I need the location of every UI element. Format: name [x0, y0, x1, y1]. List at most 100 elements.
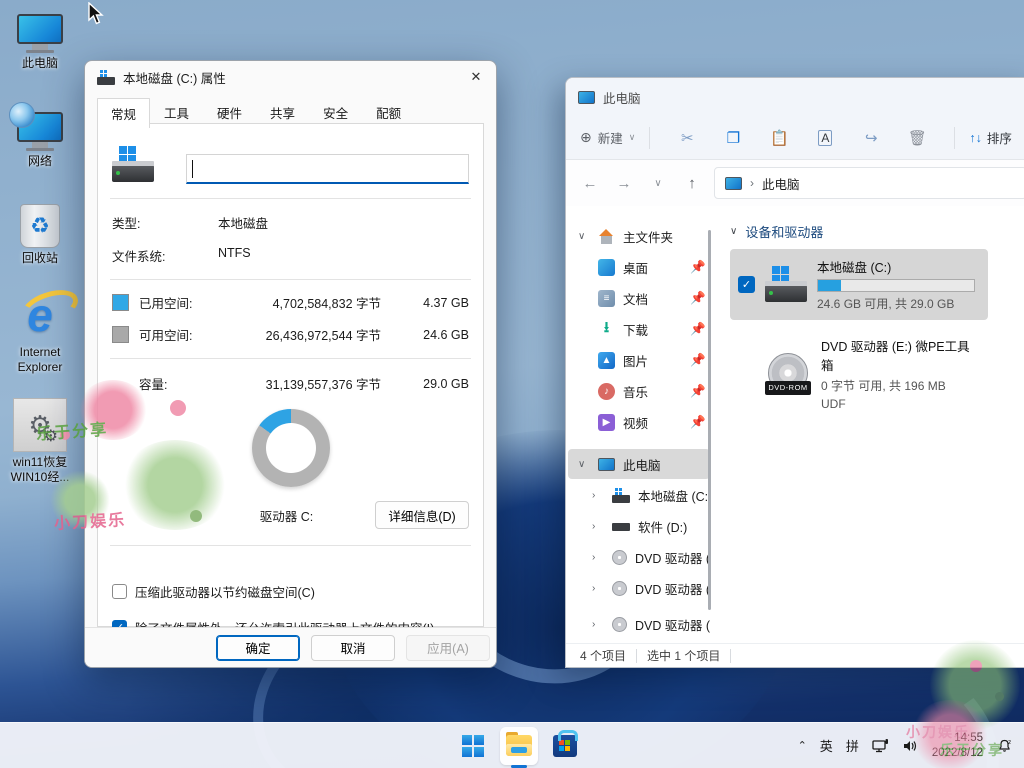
share-icon[interactable]: ↪ — [848, 129, 894, 147]
sidebar-item-home[interactable]: ∨ 主文件夹 — [568, 221, 710, 251]
filesystem-value: NTFS — [218, 246, 251, 265]
taskbar-clock[interactable]: 14:55 2022/8/12 — [932, 731, 983, 761]
dvd-icon — [612, 617, 627, 632]
history-chevron-icon[interactable]: ∨ — [646, 178, 670, 189]
drive-tile-dvd-e[interactable]: DVD-ROM DVD 驱动器 (E:) 微PE工具箱 0 字节 可用, 共 1… — [730, 328, 988, 419]
divider — [110, 358, 471, 359]
paste-icon[interactable]: 📋 — [756, 129, 802, 147]
ime-english-indicator[interactable]: 英 — [820, 736, 833, 755]
volume-label-input[interactable] — [186, 154, 469, 184]
taskbar-file-explorer[interactable] — [500, 727, 538, 765]
store-icon — [553, 735, 577, 757]
chevron-right-icon: › — [592, 490, 604, 501]
tab-security[interactable]: 安全 — [309, 97, 362, 127]
details-button[interactable]: 详细信息(D) — [375, 501, 469, 529]
address-bar[interactable]: › 此电脑 — [714, 167, 1024, 199]
sidebar-item-downloads[interactable]: ⭳ 下载 📌 — [568, 314, 710, 344]
sidebar-item-dvd-f[interactable]: › DVD 驱动器 (F:) — [568, 573, 710, 603]
desktop-icon-network[interactable]: 网络 — [2, 112, 78, 169]
tab-general[interactable]: 常规 — [97, 98, 150, 128]
sidebar-item-dvd-e[interactable]: › DVD 驱动器 (E:) — [568, 542, 710, 572]
drive-tile-local-disk-c[interactable]: ✓ 本地磁盘 (C:) 24.6 GB 可用, 共 29.0 GB — [730, 249, 988, 320]
drive-icon-large — [112, 146, 154, 184]
desktop-icon-internet-explorer[interactable]: e Internet Explorer — [2, 286, 78, 375]
pin-icon: 📌 — [690, 260, 706, 275]
delete-icon[interactable]: 🗑 — [894, 129, 940, 147]
explorer-tab[interactable]: 此电脑 — [578, 88, 641, 107]
selection-checkbox[interactable]: ✓ — [738, 276, 755, 293]
filesystem-label: 文件系统: — [112, 246, 218, 265]
start-button[interactable] — [454, 727, 492, 765]
sidebar-scrollbar[interactable] — [708, 230, 711, 610]
apply-button[interactable]: 应用(A) — [406, 635, 490, 661]
explorer-body: ∨ 主文件夹 桌面 📌 ≡ 文档 📌 ⭳ 下载 📌 ▲ 图片 — [566, 206, 1024, 643]
tab-hardware[interactable]: 硬件 — [203, 97, 256, 127]
explorer-tab-title: 此电脑 — [603, 88, 641, 107]
tray-date: 2022/8/12 — [932, 746, 983, 761]
sidebar-item-music[interactable]: ♪ 音乐 📌 — [568, 376, 710, 406]
dvd-rom-label: DVD-ROM — [765, 381, 811, 395]
drive-icon — [97, 70, 115, 85]
breadcrumb-chevron-icon: › — [750, 176, 754, 190]
sidebar-item-dvd-g[interactable]: › DVD 驱动器 (F:) — [568, 609, 710, 639]
dialog-title: 本地磁盘 (C:) 属性 — [123, 68, 226, 87]
sidebar-item-videos[interactable]: ▶ 视频 📌 — [568, 407, 710, 437]
this-pc-icon — [725, 177, 742, 190]
forward-icon[interactable]: → — [612, 175, 636, 192]
free-space-label: 可用空间: — [139, 325, 219, 344]
desktop-icon-win11-restore[interactable]: ⚙⚙ win11恢复WIN10经... — [2, 398, 78, 485]
compress-checkbox[interactable] — [112, 584, 127, 599]
explorer-titlebar[interactable]: 此电脑 — [566, 78, 1024, 116]
tab-tools[interactable]: 工具 — [150, 97, 203, 127]
notification-bell-icon[interactable]: z — [996, 737, 1014, 754]
close-icon[interactable]: ✕ — [456, 61, 496, 93]
sidebar-item-local-disk-c[interactable]: › 本地磁盘 (C:) — [568, 480, 710, 510]
sidebar-item-software-d[interactable]: › 软件 (D:) — [568, 511, 710, 541]
volume-icon[interactable] — [902, 738, 919, 754]
pictures-folder-icon: ▲ — [598, 352, 615, 369]
dialog-titlebar[interactable]: 本地磁盘 (C:) 属性 ✕ — [85, 61, 496, 93]
used-space-size: 4.37 GB — [407, 296, 469, 310]
sidebar-item-documents[interactable]: ≡ 文档 📌 — [568, 283, 710, 313]
status-item-count: 4 个项目 — [580, 647, 626, 664]
tab-sharing[interactable]: 共享 — [256, 97, 309, 127]
sort-button[interactable]: ↑↓ 排序 — [969, 128, 1012, 147]
cut-icon[interactable]: ✂ — [664, 129, 710, 147]
sidebar-item-this-pc[interactable]: ∨ 此电脑 — [568, 449, 710, 479]
desktop-icon-label: 回收站 — [22, 251, 58, 266]
new-button[interactable]: ⊕ 新建 ∨ — [580, 128, 635, 147]
tab-quota[interactable]: 配额 — [362, 97, 415, 127]
explorer-main-pane: ∨ 设备和驱动器 ✓ 本地磁盘 (C:) 24.6 GB 可用, 共 29.0 … — [712, 206, 1024, 643]
devices-and-drives-header[interactable]: ∨ 设备和驱动器 — [730, 222, 1024, 241]
ok-button[interactable]: 确定 — [216, 635, 300, 661]
drive-icon — [612, 519, 630, 534]
copy-icon[interactable]: ❐ — [710, 129, 756, 147]
chevron-right-icon: › — [592, 619, 604, 630]
videos-folder-icon: ▶ — [598, 414, 615, 431]
sidebar-item-desktop[interactable]: 桌面 📌 — [568, 252, 710, 282]
drive-name: 本地磁盘 (C:) — [817, 257, 980, 276]
back-icon[interactable]: ← — [578, 175, 602, 192]
desktop-icon-recycle-bin[interactable]: ♻ 回收站 — [2, 204, 78, 266]
breadcrumb-this-pc[interactable]: 此电脑 — [762, 174, 800, 193]
sort-button-label: 排序 — [987, 128, 1012, 147]
sidebar-item-pictures[interactable]: ▲ 图片 📌 — [568, 345, 710, 375]
tray-overflow-chevron-icon[interactable]: ⌃ — [798, 739, 807, 752]
pin-icon: 📌 — [690, 291, 706, 306]
toolbar-divider — [649, 127, 650, 149]
ime-pinyin-indicator[interactable]: 拼 — [846, 736, 859, 755]
chevron-down-icon: ∨ — [629, 132, 636, 143]
desktop-icon-this-pc[interactable]: 此电脑 — [2, 14, 78, 71]
explorer-navbar: ← → ∨ ↑ › 此电脑 — [566, 160, 1024, 206]
network-icon[interactable] — [872, 738, 889, 754]
up-icon[interactable]: ↑ — [680, 175, 704, 192]
dvd-icon — [612, 550, 627, 565]
rename-icon[interactable]: A — [802, 131, 848, 145]
plus-icon: ⊕ — [580, 129, 592, 146]
desktop-icon-label: Internet Explorer — [2, 345, 78, 375]
drive-filesystem: UDF — [821, 397, 980, 411]
cancel-button[interactable]: 取消 — [311, 635, 395, 661]
section-title: 设备和驱动器 — [745, 222, 823, 241]
this-pc-icon — [598, 458, 615, 471]
taskbar-microsoft-store[interactable] — [546, 727, 584, 765]
